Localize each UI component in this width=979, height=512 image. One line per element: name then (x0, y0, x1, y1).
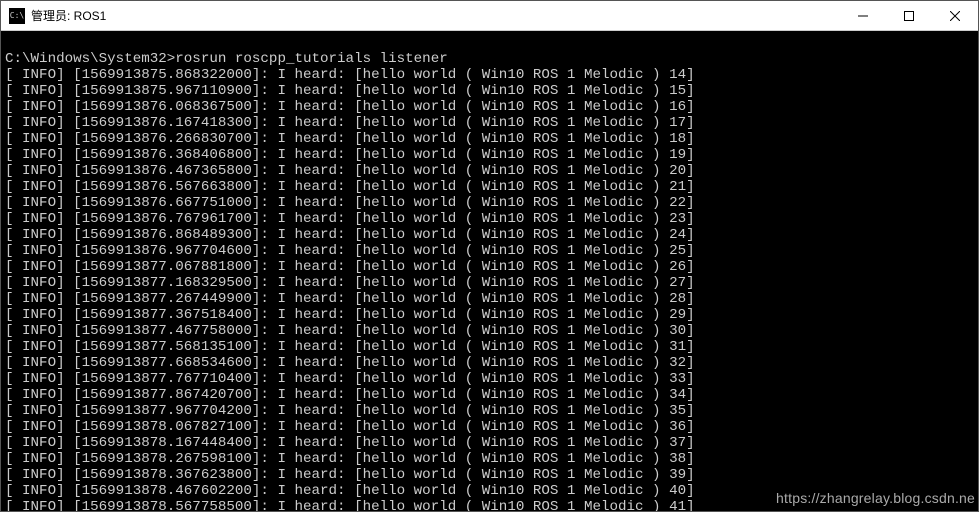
window-title: 管理员: ROS1 (31, 7, 106, 24)
titlebar-left: C:\ 管理员: ROS1 (1, 7, 106, 24)
close-button[interactable] (932, 1, 978, 30)
minimize-button[interactable] (840, 1, 886, 30)
watermark-text: https://zhangrelay.blog.csdn.ne (776, 490, 975, 506)
terminal-output[interactable]: C:\Windows\System32>rosrun roscpp_tutori… (1, 31, 978, 511)
titlebar[interactable]: C:\ 管理员: ROS1 (1, 1, 978, 31)
console-icon: C:\ (9, 8, 25, 24)
window-controls (840, 1, 978, 30)
maximize-button[interactable] (886, 1, 932, 30)
console-window: C:\ 管理员: ROS1 C:\Windows\System32>rosrun… (0, 0, 979, 512)
